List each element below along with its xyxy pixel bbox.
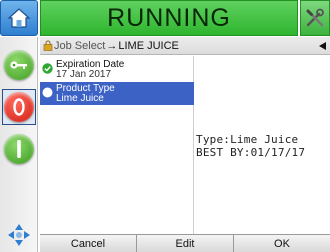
breadcrumb-separator-icon: → <box>106 39 118 52</box>
bottom-action-bar: Cancel Edit OK <box>40 234 330 252</box>
home-button[interactable] <box>0 0 38 36</box>
lock-icon <box>43 40 53 51</box>
cancel-button[interactable]: Cancel <box>40 235 137 252</box>
stop-button[interactable] <box>2 89 36 125</box>
ok-button[interactable]: OK <box>234 235 330 252</box>
tools-button[interactable] <box>300 0 330 36</box>
back-arrow-icon[interactable] <box>319 42 326 50</box>
job-fields-list: Expiration Date 17 Jan 2017 Product Type… <box>40 56 194 234</box>
start-icon <box>17 140 21 158</box>
list-item-product-type[interactable]: Product Type Lime Juice <box>40 82 194 105</box>
list-item-value: Lime Juice <box>56 93 104 104</box>
left-toolbar <box>0 37 38 252</box>
stop-icon <box>13 98 25 116</box>
navigation-button[interactable] <box>2 220 36 250</box>
breadcrumb: Job Select → LIME JUICE <box>40 37 330 55</box>
edit-button[interactable]: Edit <box>137 235 234 252</box>
breadcrumb-current: LIME JUICE <box>118 39 179 52</box>
start-button[interactable] <box>2 131 36 167</box>
list-item-value: 17 Jan 2017 <box>56 69 112 80</box>
breadcrumb-parent[interactable]: Job Select <box>54 40 105 52</box>
unchecked-circle-icon <box>42 87 53 98</box>
status-bar: RUNNING <box>40 0 298 36</box>
home-icon <box>7 8 31 28</box>
printer-status: RUNNING <box>107 3 231 32</box>
preview-line-best-by: BEST BY:01/17/17 <box>196 146 306 159</box>
tools-icon <box>306 8 324 27</box>
navigation-arrows-icon <box>8 224 30 246</box>
preview-line-type: Type:Lime Juice <box>196 133 299 146</box>
label-preview: Type:Lime Juice BEST BY:01/17/17 <box>196 133 330 159</box>
key-icon <box>10 61 27 69</box>
list-item-expiration-date[interactable]: Expiration Date 17 Jan 2017 <box>40 58 194 80</box>
check-icon <box>42 63 53 74</box>
login-button[interactable] <box>2 47 36 83</box>
